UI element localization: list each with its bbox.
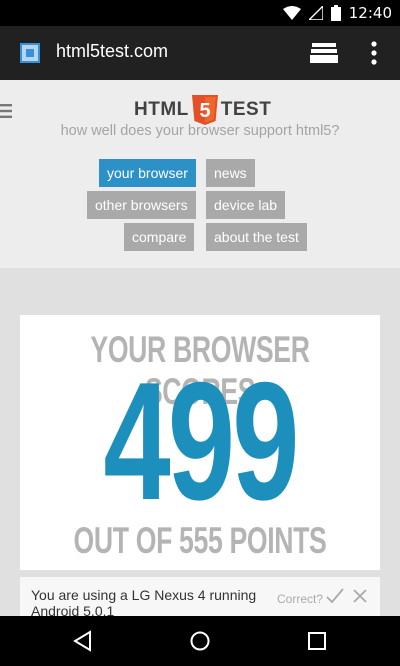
nav-compare-button[interactable]: compare <box>124 223 195 251</box>
site-header: HTML 5 TEST how well does your browser s… <box>0 80 400 268</box>
tabs-icon[interactable] <box>310 43 338 63</box>
home-icon[interactable] <box>189 630 211 652</box>
site-logo[interactable]: HTML 5 TEST <box>134 95 271 125</box>
score-value: 499 <box>103 347 299 535</box>
status-icons: 12:40 <box>282 3 392 23</box>
status-bar: 12:40 <box>0 0 400 26</box>
detection-message: You are using a LG Nexus 4 running Andro… <box>31 587 257 617</box>
site-tagline: how well does your browser support html5… <box>60 123 340 139</box>
recents-icon[interactable] <box>306 630 328 652</box>
browser-toolbar: html5test.com <box>0 26 400 80</box>
wifi-icon <box>282 6 301 20</box>
nav-news-button[interactable]: news <box>206 159 255 187</box>
logo-test-text: TEST <box>220 99 272 120</box>
battery-icon <box>330 5 341 21</box>
overflow-menu-icon[interactable] <box>369 41 379 65</box>
nav-your-browser-button[interactable]: your browser <box>99 159 196 187</box>
nav-device-lab-button[interactable]: device lab <box>206 191 286 219</box>
confirm-check-icon[interactable] <box>326 588 344 604</box>
logo-badge-text: 5 <box>199 100 210 122</box>
back-icon[interactable] <box>72 630 94 652</box>
logo-html-text: HTML <box>134 99 189 120</box>
score-card: YOUR BROWSER SCORES 499 OUT OF 555 POINT… <box>20 315 380 570</box>
signal-icon <box>308 6 323 20</box>
nav-about-the-test-button[interactable]: about the test <box>206 223 307 251</box>
status-time: 12:40 <box>348 4 392 22</box>
nav-other-browsers-button[interactable]: other browsers <box>87 191 196 219</box>
reject-close-icon[interactable] <box>353 589 367 603</box>
android-nav-bar <box>0 616 400 666</box>
score-subtitle: OUT OF 555 POINTS <box>73 520 327 561</box>
favicon-icon <box>20 43 40 63</box>
device-detection-bar: You are using a LG Nexus 4 running Andro… <box>20 577 380 617</box>
detection-prompt: Correct? <box>277 592 324 606</box>
hamburger-menu-icon[interactable] <box>0 104 12 118</box>
html5-shield-icon: 5 <box>191 95 218 125</box>
url-bar[interactable]: html5test.com <box>56 41 168 62</box>
